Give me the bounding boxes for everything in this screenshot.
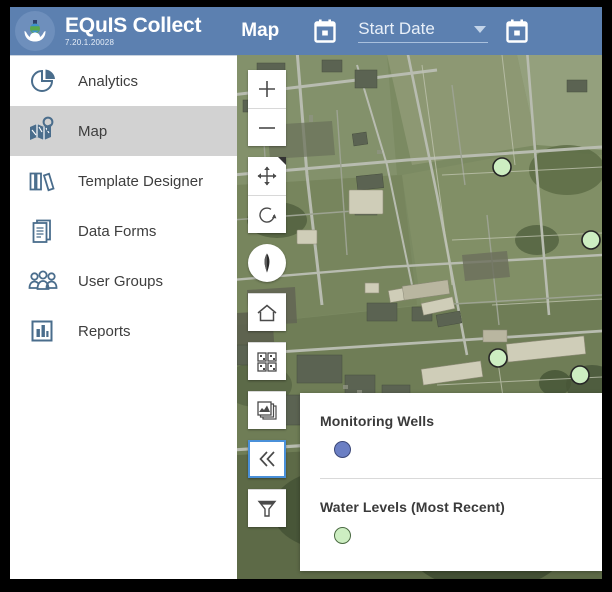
app-title: EQuIS Collect bbox=[65, 14, 202, 37]
map-marker[interactable] bbox=[570, 365, 590, 385]
legend-swatch-monitoring-wells bbox=[334, 441, 351, 458]
plus-icon bbox=[259, 81, 275, 97]
globe-in-hands-logo[interactable] bbox=[15, 11, 55, 51]
compass-needle-icon bbox=[256, 252, 278, 274]
map-view[interactable]: Monitoring Wells Water Levels (Most Rece… bbox=[237, 55, 602, 579]
sidebar-item-map[interactable]: Map bbox=[10, 106, 237, 156]
home-icon bbox=[257, 304, 277, 321]
sidebar-item-data-forms[interactable]: Data Forms bbox=[10, 206, 237, 256]
double-chevron-left-icon bbox=[259, 451, 275, 467]
sidebar-item-label: Data Forms bbox=[78, 222, 157, 240]
map-pin-icon bbox=[28, 116, 62, 146]
people-icon bbox=[28, 266, 62, 296]
zoom-out-button[interactable] bbox=[248, 108, 286, 146]
sidebar-item-label: User Groups bbox=[78, 272, 164, 290]
map-marker[interactable] bbox=[492, 157, 512, 177]
app-version: 7.20.1.20028 bbox=[65, 38, 115, 47]
sidebar-item-label: Template Designer bbox=[78, 172, 204, 190]
map-legend-panel: Monitoring Wells Water Levels (Most Rece… bbox=[300, 393, 602, 571]
compass-button[interactable] bbox=[248, 244, 286, 282]
map-toolbar bbox=[248, 70, 286, 538]
layers-icon bbox=[257, 400, 277, 420]
navigation-control-group bbox=[248, 157, 286, 233]
start-date-label: Start Date bbox=[358, 19, 435, 38]
app-title-block: EQuIS Collect 7.20.1.20028 bbox=[65, 15, 201, 47]
layer-list-button[interactable] bbox=[248, 391, 286, 429]
rotate-button[interactable] bbox=[248, 195, 286, 233]
legend-swatch-row bbox=[320, 429, 602, 458]
sidebar-item-analytics[interactable]: Analytics bbox=[10, 56, 237, 106]
sidebar-item-reports[interactable]: Reports bbox=[10, 306, 237, 356]
sidebar-item-template-designer[interactable]: Template Designer bbox=[10, 156, 237, 206]
bar-chart-icon bbox=[28, 316, 62, 346]
map-marker[interactable] bbox=[581, 230, 601, 250]
chevron-down-icon bbox=[474, 25, 487, 33]
application-window: EQuIS Collect 7.20.1.20028 Map Start Dat… bbox=[10, 7, 602, 579]
filter-button[interactable] bbox=[248, 489, 286, 527]
minus-icon bbox=[259, 126, 275, 129]
grid-squares-icon bbox=[257, 351, 277, 372]
app-header: EQuIS Collect 7.20.1.20028 Map Start Dat… bbox=[10, 7, 602, 55]
zoom-in-button[interactable] bbox=[248, 70, 286, 108]
globe-in-hands-icon bbox=[24, 20, 46, 42]
home-extent-button[interactable] bbox=[248, 293, 286, 331]
sidebar-item-user-groups[interactable]: User Groups bbox=[10, 256, 237, 306]
legend-section-water-levels: Water Levels (Most Recent) bbox=[300, 479, 602, 544]
funnel-icon bbox=[257, 500, 277, 517]
map-marker[interactable] bbox=[488, 348, 508, 368]
four-arrows-icon bbox=[257, 166, 277, 186]
sidebar-navigation: Analytics Map Template Designer Data For… bbox=[10, 55, 237, 579]
documents-icon bbox=[28, 216, 62, 246]
sidebar-item-label: Analytics bbox=[78, 72, 139, 90]
books-icon bbox=[28, 166, 62, 196]
collapse-panel-button[interactable] bbox=[248, 440, 286, 478]
calendar-icon[interactable] bbox=[314, 19, 336, 43]
legend-section-monitoring-wells: Monitoring Wells bbox=[300, 393, 602, 479]
legend-section-title: Water Levels (Most Recent) bbox=[320, 499, 505, 515]
pie-chart-icon bbox=[28, 66, 62, 96]
start-date-dropdown[interactable]: Start Date bbox=[358, 19, 489, 43]
basemap-gallery-button[interactable] bbox=[248, 342, 286, 380]
sidebar-item-label: Map bbox=[78, 122, 108, 140]
page-title: Map bbox=[241, 20, 280, 41]
legend-section-title: Monitoring Wells bbox=[320, 413, 435, 429]
legend-swatch-water-levels bbox=[334, 527, 351, 544]
calendar-icon[interactable] bbox=[506, 19, 528, 43]
zoom-control-group bbox=[248, 70, 286, 146]
sidebar-item-label: Reports bbox=[78, 322, 131, 340]
corner-marker-icon bbox=[278, 157, 286, 165]
rotate-icon bbox=[259, 206, 277, 223]
legend-swatch-row bbox=[320, 515, 602, 544]
